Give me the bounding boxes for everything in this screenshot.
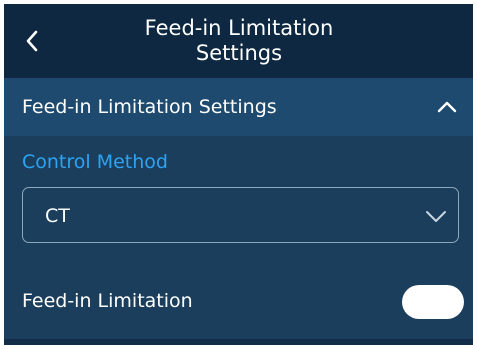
page-title-line-2: Settings bbox=[195, 41, 283, 65]
page-title-line-1: Feed-in Limitation bbox=[144, 16, 334, 40]
control-method-label: Control Method bbox=[22, 151, 168, 173]
chevron-left-icon bbox=[26, 30, 38, 52]
chevron-down-icon bbox=[426, 211, 446, 222]
page-title: Feed-in Limitation Settings bbox=[84, 16, 394, 66]
screen: Feed-in Limitation Settings Feed-in Limi… bbox=[4, 4, 473, 345]
feed-in-limitation-toggle[interactable] bbox=[402, 285, 464, 319]
top-bar: Feed-in Limitation Settings bbox=[4, 4, 473, 78]
control-method-select[interactable]: CT bbox=[22, 187, 459, 243]
divider bbox=[4, 339, 473, 345]
control-method-value: CT bbox=[45, 205, 70, 227]
section-title: Feed-in Limitation Settings bbox=[22, 96, 277, 118]
chevron-up-icon[interactable] bbox=[435, 95, 459, 119]
section-header-feed-in-limitation-settings[interactable]: Feed-in Limitation Settings bbox=[4, 78, 473, 136]
feed-in-limitation-label: Feed-in Limitation bbox=[22, 290, 193, 312]
back-button[interactable] bbox=[18, 26, 48, 56]
